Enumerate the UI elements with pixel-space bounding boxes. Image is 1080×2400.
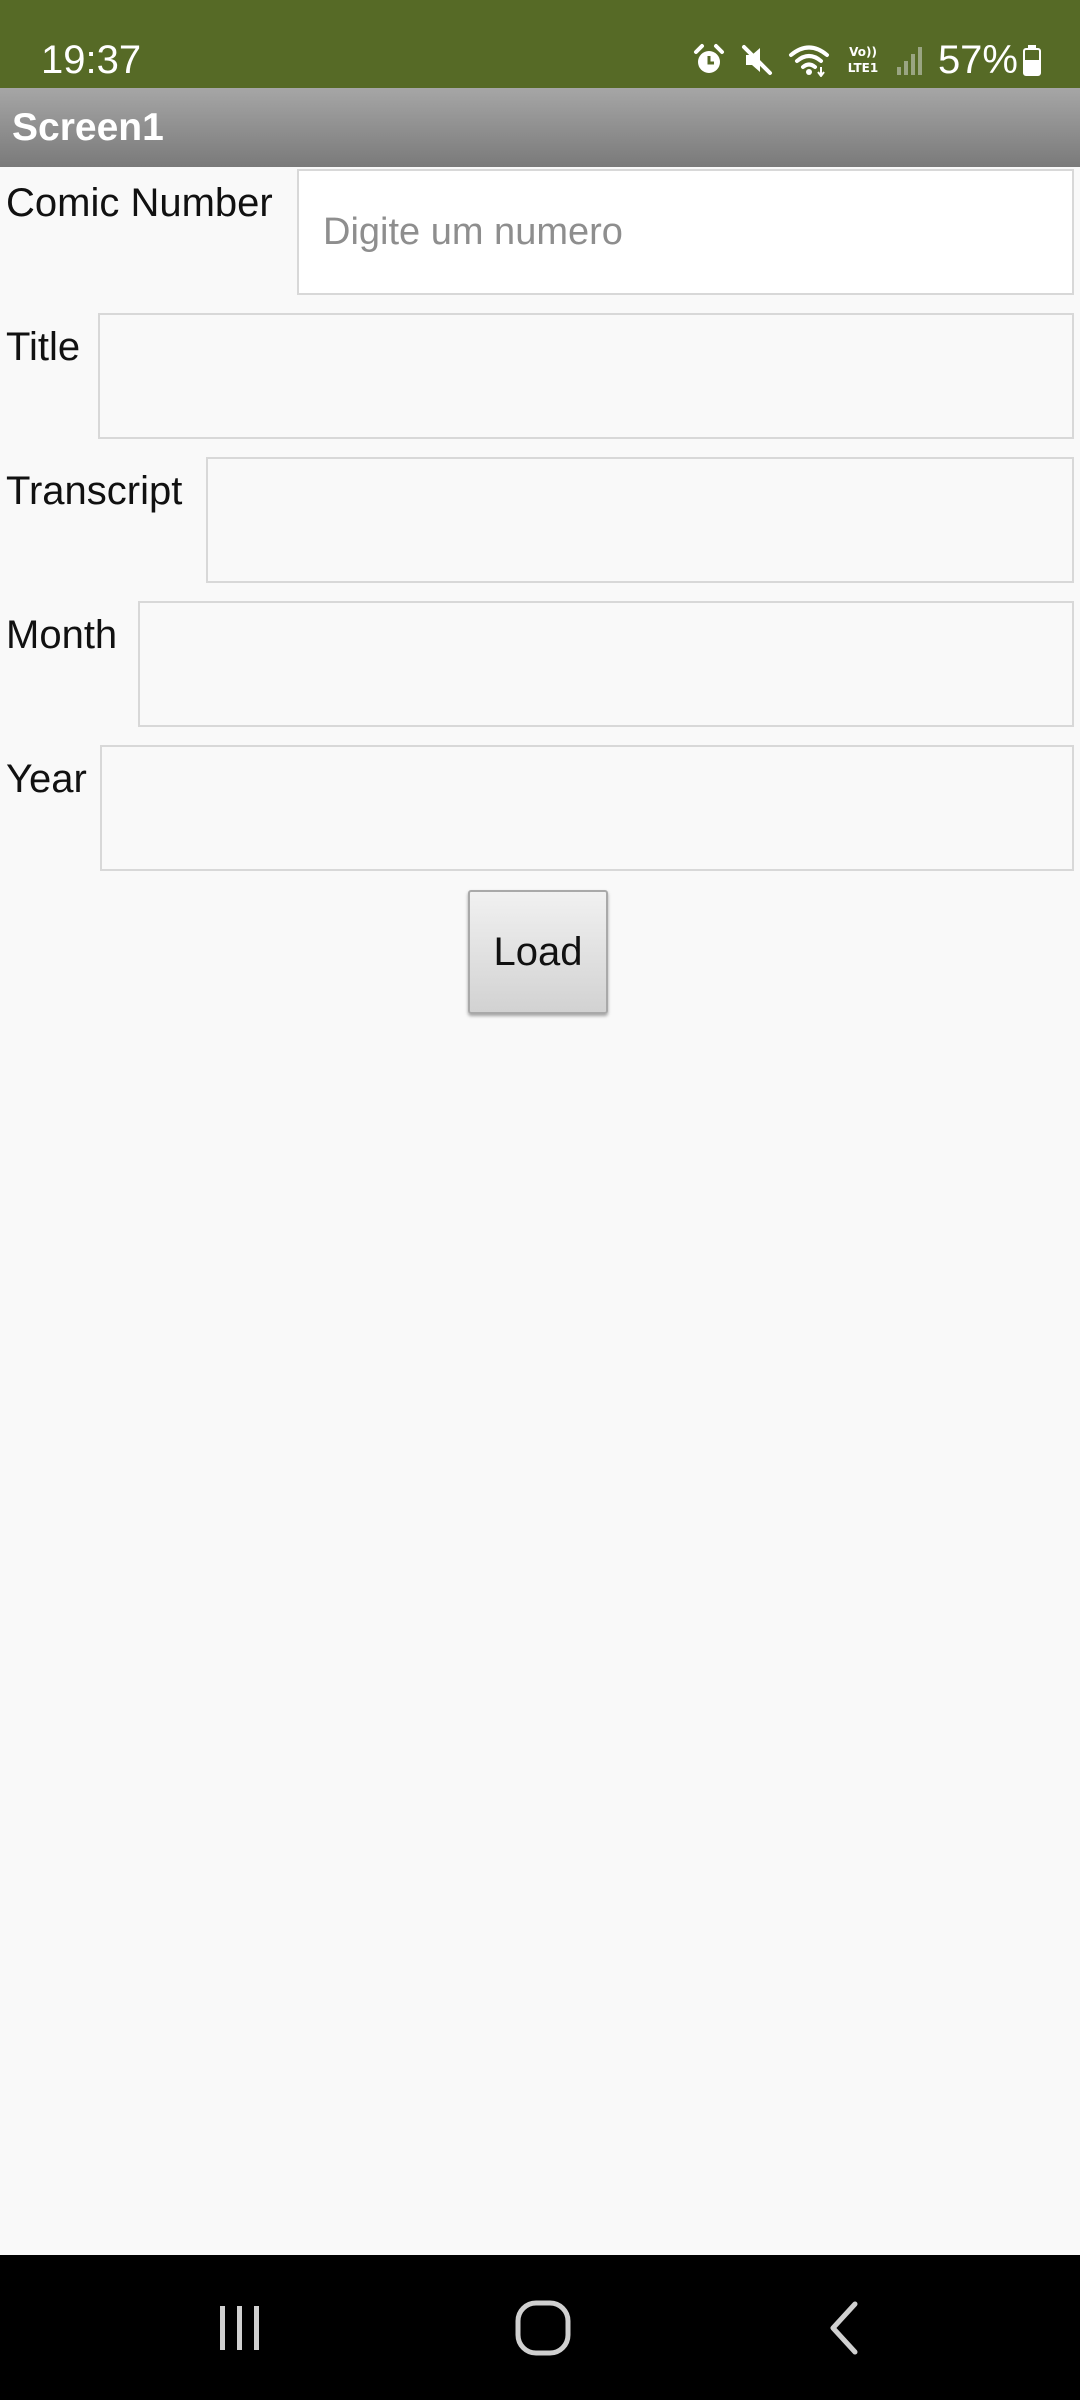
cell-signal-icon xyxy=(896,43,922,77)
status-icons: Vo)) LTE1 57% xyxy=(692,34,1042,86)
navigation-bar xyxy=(0,2255,1080,2400)
battery-percent: 57% xyxy=(937,38,1018,82)
volte-lte-icon: Vo)) LTE1 xyxy=(844,43,882,77)
month-label: Month xyxy=(6,613,118,657)
wifi-icon xyxy=(788,43,830,77)
year-input[interactable] xyxy=(100,745,1074,871)
alarm-icon xyxy=(692,43,726,77)
app-title: Screen1 xyxy=(12,106,164,149)
transcript-input[interactable] xyxy=(206,457,1074,583)
svg-text:Vo)): Vo)) xyxy=(849,45,877,59)
title-input[interactable] xyxy=(98,313,1074,439)
month-input[interactable] xyxy=(138,601,1074,727)
home-icon[interactable] xyxy=(443,2255,643,2400)
battery-icon xyxy=(1022,43,1042,77)
back-icon[interactable] xyxy=(745,2255,945,2400)
title-label: Title xyxy=(6,325,81,369)
comic-number-label: Comic Number xyxy=(6,181,273,225)
mute-icon xyxy=(740,43,774,77)
recent-apps-icon[interactable] xyxy=(140,2255,340,2400)
year-label: Year xyxy=(6,757,87,801)
app-bar: Screen1 xyxy=(0,88,1080,167)
transcript-label: Transcript xyxy=(6,469,183,513)
comic-number-input[interactable] xyxy=(297,169,1074,295)
load-button[interactable]: Load xyxy=(468,890,608,1014)
status-time: 19:37 xyxy=(41,38,142,82)
svg-text:LTE1: LTE1 xyxy=(848,61,878,75)
status-bar: 19:37 Vo)) LTE1 57% xyxy=(0,0,1080,88)
